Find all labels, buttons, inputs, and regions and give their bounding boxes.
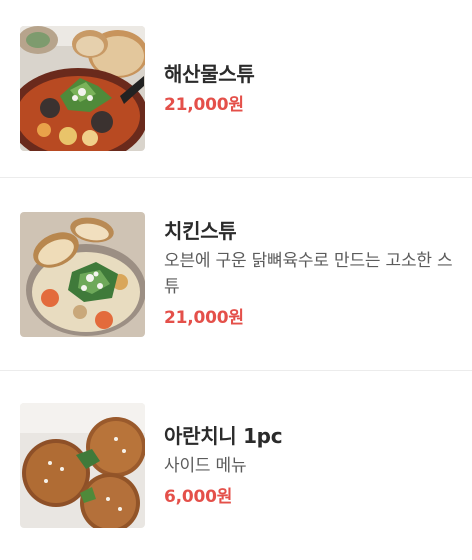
menu-item-price: 21,000원	[164, 308, 244, 328]
menu-item-info: 해산물스튜 21,000원	[164, 61, 255, 117]
chicken-stew-photo	[20, 211, 145, 337]
menu-list: 해산물스튜 21,000원 치킨스튜 오븐에 구운 닭뼈육수로 만드는 고소한 …	[0, 0, 472, 560]
seafood-stew-photo	[20, 26, 145, 151]
menu-item-description: 오븐에 구운 닭뼈육수로 만드는 고소한 스튜	[164, 251, 453, 297]
menu-item-seafood-stew[interactable]: 해산물스튜 21,000원	[0, 0, 472, 178]
arancini-photo	[20, 403, 145, 528]
menu-item-arancini[interactable]: 아란치니 1pc 사이드 메뉴 6,000원	[0, 371, 472, 560]
menu-item-description: 사이드 메뉴	[164, 455, 247, 476]
menu-item-chicken-stew[interactable]: 치킨스튜 오븐에 구운 닭뼈육수로 만드는 고소한 스튜 21,000원	[0, 178, 472, 371]
menu-item-price: 21,000원	[164, 94, 244, 115]
menu-item-price: 6,000원	[164, 486, 233, 507]
menu-item-name: 치킨스튜	[164, 219, 237, 243]
menu-item-info: 치킨스튜 오븐에 구운 닭뼈육수로 만드는 고소한 스튜 21,000원	[164, 218, 454, 330]
menu-item-name: 해산물스튜	[164, 61, 255, 86]
menu-item-name: 아란치니 1pc	[164, 423, 283, 448]
menu-item-info: 아란치니 1pc 사이드 메뉴 6,000원	[164, 423, 283, 509]
